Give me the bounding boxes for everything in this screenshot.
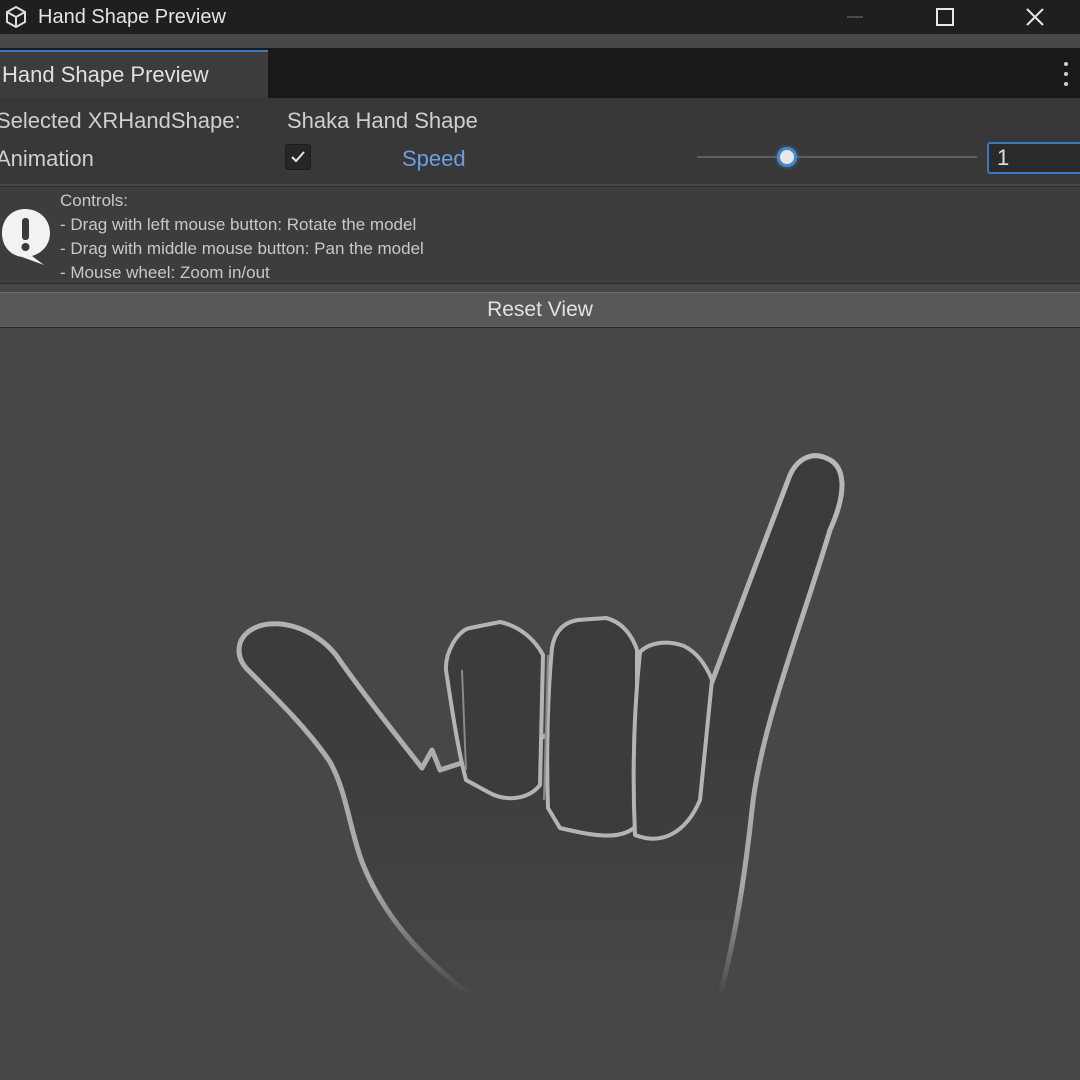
minimize-icon <box>847 16 863 18</box>
animation-label: Animation <box>0 146 94 171</box>
checkmark-icon <box>291 151 305 163</box>
reset-view-button[interactable]: Reset View <box>0 292 1080 328</box>
tab-strip: Hand Shape Preview <box>0 48 1080 98</box>
slider-track <box>697 156 977 158</box>
speed-slider[interactable] <box>697 146 977 168</box>
selected-shape-label: Selected XRHandShape: <box>0 108 241 133</box>
inspector-panel: Selected XRHandShape: Shaka Hand Shape A… <box>0 98 1080 184</box>
help-line: Controls: <box>60 191 129 210</box>
minimize-button[interactable] <box>810 0 900 34</box>
kebab-menu-icon[interactable] <box>1060 62 1072 86</box>
maximize-button[interactable] <box>900 0 990 34</box>
tab-hand-shape-preview[interactable]: Hand Shape Preview <box>0 50 268 98</box>
help-line: - Drag with middle mouse button: Pan the… <box>60 239 424 258</box>
tab-label: Hand Shape Preview <box>2 62 209 87</box>
unity-cube-icon <box>4 5 28 29</box>
speed-input[interactable]: 1 <box>987 142 1080 174</box>
help-text: Controls: - Drag with left mouse button:… <box>60 189 424 285</box>
help-line: - Drag with left mouse button: Rotate th… <box>60 215 417 234</box>
info-exclamation-icon <box>0 207 54 267</box>
slider-thumb[interactable] <box>777 147 797 167</box>
window-title: Hand Shape Preview <box>38 5 226 28</box>
help-box: Controls: - Drag with left mouse button:… <box>0 186 1080 284</box>
speed-label: Speed <box>402 146 466 171</box>
help-line: - Mouse wheel: Zoom in/out <box>60 263 270 282</box>
close-button[interactable] <box>990 0 1080 34</box>
maximize-icon <box>936 8 954 26</box>
selected-shape-value: Shaka Hand Shape <box>287 108 478 133</box>
window-titlebar[interactable]: Hand Shape Preview <box>0 0 1080 34</box>
shaka-hand-model <box>236 453 845 998</box>
preview-viewport[interactable] <box>0 330 1080 1080</box>
close-icon <box>1026 8 1044 26</box>
animation-checkbox[interactable] <box>285 144 311 170</box>
